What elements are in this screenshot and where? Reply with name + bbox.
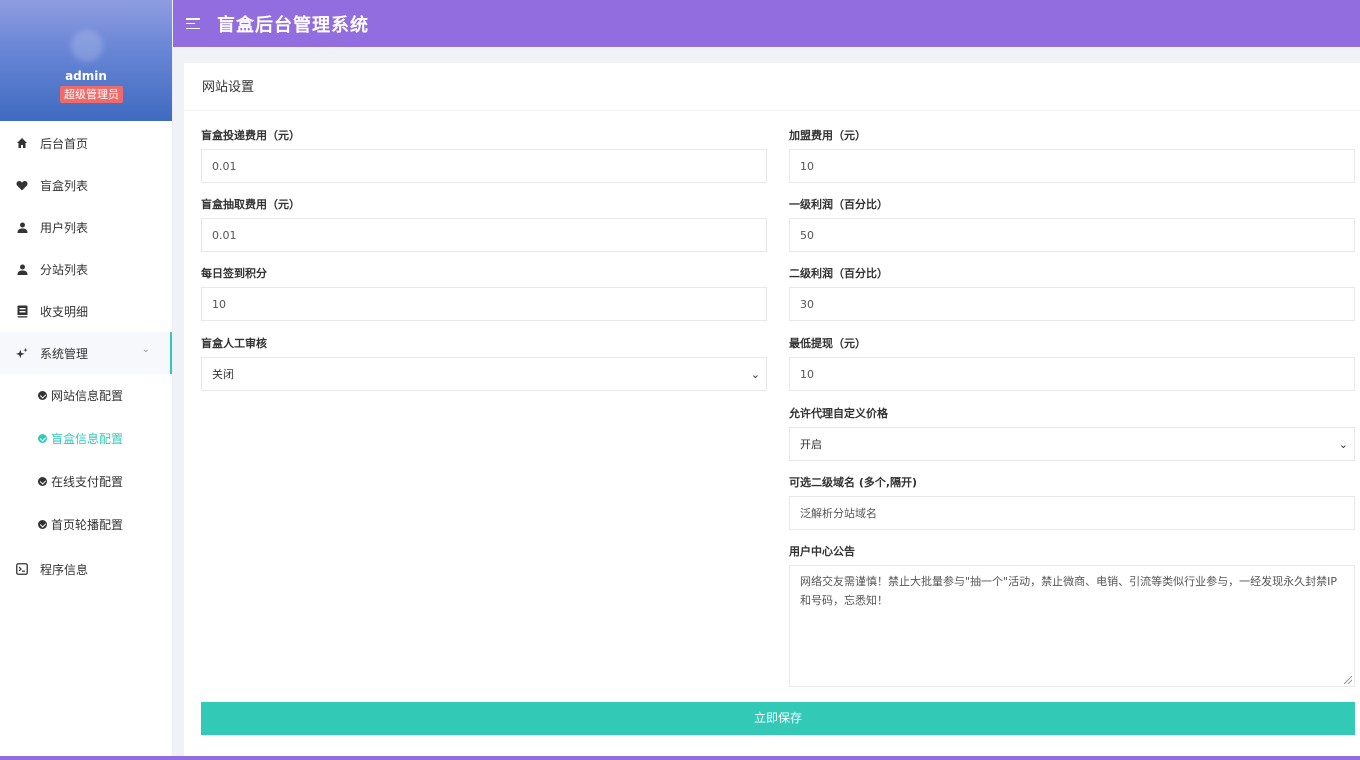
user-icon	[16, 220, 28, 234]
field-daily-points: 每日签到积分 10	[201, 266, 767, 321]
field-label: 每日签到积分	[201, 267, 267, 280]
sidebar-item-blindbox-list[interactable]: 盲盒列表	[0, 164, 172, 206]
submenu-item-label: 网站信息配置	[51, 389, 124, 403]
role-badge: 超级管理员	[60, 86, 123, 103]
field-level2-profit: 二级利润（百分比） 30	[789, 266, 1355, 321]
save-button[interactable]: 立即保存	[201, 702, 1355, 735]
check-circle-icon	[38, 391, 47, 400]
field-label: 盲盒抽取费用（元）	[201, 198, 300, 211]
submenu-item-site-config[interactable]: 网站信息配置	[0, 374, 172, 417]
app-title: 盲盒后台管理系统	[217, 14, 369, 36]
bottom-accent-bar	[0, 756, 1360, 760]
delivery-fee-input[interactable]: 0.01	[201, 149, 767, 183]
submenu-item-blindbox-config[interactable]: 盲盒信息配置	[0, 417, 172, 460]
check-circle-icon	[38, 434, 47, 443]
sidebar-menu: 后台首页 盲盒列表 用户列表 分站列表 收支明细 系统管理 ⌄	[0, 122, 172, 374]
field-delivery-fee: 盲盒投递费用（元） 0.01	[201, 128, 767, 183]
field-subdomain: 可选二级域名 (多个,隔开) 泛解析分站域名	[789, 475, 1355, 530]
terminal-icon	[16, 562, 28, 576]
field-label: 盲盒投递费用（元）	[201, 129, 300, 142]
field-join-fee: 加盟费用（元） 10	[789, 128, 1355, 183]
card-title: 网站设置	[184, 63, 1360, 111]
profile-panel: admin 超级管理员	[0, 0, 172, 121]
level1-profit-input[interactable]: 50	[789, 218, 1355, 252]
sidebar-item-ledger[interactable]: 收支明细	[0, 290, 172, 332]
chevron-down-icon: ⌄	[141, 344, 150, 355]
resize-handle-icon[interactable]	[1344, 676, 1352, 684]
daily-points-input[interactable]: 10	[201, 287, 767, 321]
submenu-item-payment-config[interactable]: 在线支付配置	[0, 460, 172, 503]
chevron-down-icon: ⌄	[1338, 438, 1348, 451]
level2-profit-input[interactable]: 30	[789, 287, 1355, 321]
select-value: 开启	[800, 438, 822, 451]
draw-fee-input[interactable]: 0.01	[201, 218, 767, 252]
join-fee-input[interactable]: 10	[789, 149, 1355, 183]
ledger-icon	[16, 304, 28, 318]
home-icon	[16, 136, 28, 150]
field-label: 用户中心公告	[789, 545, 855, 558]
sparkle-icon	[16, 346, 28, 360]
field-label: 二级利润（百分比）	[789, 267, 888, 280]
subdomain-input[interactable]: 泛解析分站域名	[789, 496, 1355, 530]
field-label: 最低提现（元）	[789, 337, 866, 350]
field-custom-price: 允许代理自定义价格 开启 ⌄	[789, 406, 1355, 461]
select-value: 关闭	[212, 368, 234, 381]
chevron-down-icon: ⌄	[750, 368, 760, 381]
sidebar-item-user-list[interactable]: 用户列表	[0, 206, 172, 248]
settings-card: 网站设置 盲盒投递费用（元） 0.01 盲盒抽取费用（元） 0.01 每日签到积…	[184, 63, 1360, 756]
sidebar-item-label: 分站列表	[40, 262, 89, 277]
profile-name: admin	[65, 69, 107, 83]
check-circle-icon	[38, 477, 47, 486]
textarea-content: 网络交友需谨慎！禁止大批量参与"抽一个"活动，禁止微商、电销、引流等类似行业参与…	[800, 575, 1337, 607]
field-manual-review: 盲盒人工审核 关闭 ⌄	[201, 336, 767, 391]
user-icon	[16, 262, 28, 276]
sidebar-item-label: 程序信息	[40, 562, 89, 577]
heart-icon	[16, 178, 28, 192]
sidebar-item-label: 后台首页	[40, 136, 89, 151]
sidebar-menu-bottom: 程序信息	[0, 548, 172, 590]
sidebar: admin 超级管理员 后台首页 盲盒列表 用户列表 分站列表 收支明细 系统管…	[0, 0, 173, 760]
field-notice: 用户中心公告 网络交友需谨慎！禁止大批量参与"抽一个"活动，禁止微商、电销、引流…	[789, 544, 1355, 687]
sidebar-item-label: 收支明细	[40, 304, 89, 319]
min-withdraw-input[interactable]: 10	[789, 357, 1355, 391]
field-label: 一级利润（百分比）	[789, 198, 888, 211]
sidebar-item-label: 系统管理	[40, 346, 89, 361]
system-submenu: 网站信息配置 盲盒信息配置 在线支付配置 首页轮播配置	[0, 374, 172, 546]
submenu-item-label: 在线支付配置	[51, 475, 124, 489]
field-label: 盲盒人工审核	[201, 337, 267, 350]
notice-textarea[interactable]: 网络交友需谨慎！禁止大批量参与"抽一个"活动，禁止微商、电销、引流等类似行业参与…	[789, 565, 1355, 687]
check-circle-icon	[38, 520, 47, 529]
custom-price-select[interactable]: 开启 ⌄	[789, 427, 1355, 461]
sidebar-item-program-info[interactable]: 程序信息	[0, 548, 172, 590]
field-label: 允许代理自定义价格	[789, 407, 888, 420]
manual-review-select[interactable]: 关闭 ⌄	[201, 357, 767, 391]
submenu-item-carousel-config[interactable]: 首页轮播配置	[0, 503, 172, 546]
submenu-item-label: 首页轮播配置	[51, 518, 124, 532]
sidebar-item-home[interactable]: 后台首页	[0, 122, 172, 164]
menu-toggle-icon[interactable]	[186, 18, 200, 29]
sidebar-item-label: 用户列表	[40, 220, 89, 235]
field-min-withdraw: 最低提现（元） 10	[789, 336, 1355, 391]
sidebar-item-substation-list[interactable]: 分站列表	[0, 248, 172, 290]
field-draw-fee: 盲盒抽取费用（元） 0.01	[201, 197, 767, 252]
field-label: 可选二级域名 (多个,隔开)	[789, 476, 918, 489]
top-header: 盲盒后台管理系统	[173, 0, 1360, 47]
submenu-item-label: 盲盒信息配置	[51, 432, 124, 446]
sidebar-item-system[interactable]: 系统管理 ⌄	[0, 332, 172, 374]
avatar[interactable]	[71, 30, 103, 62]
field-label: 加盟费用（元）	[789, 129, 866, 142]
field-level1-profit: 一级利润（百分比） 50	[789, 197, 1355, 252]
sidebar-item-label: 盲盒列表	[40, 178, 89, 193]
